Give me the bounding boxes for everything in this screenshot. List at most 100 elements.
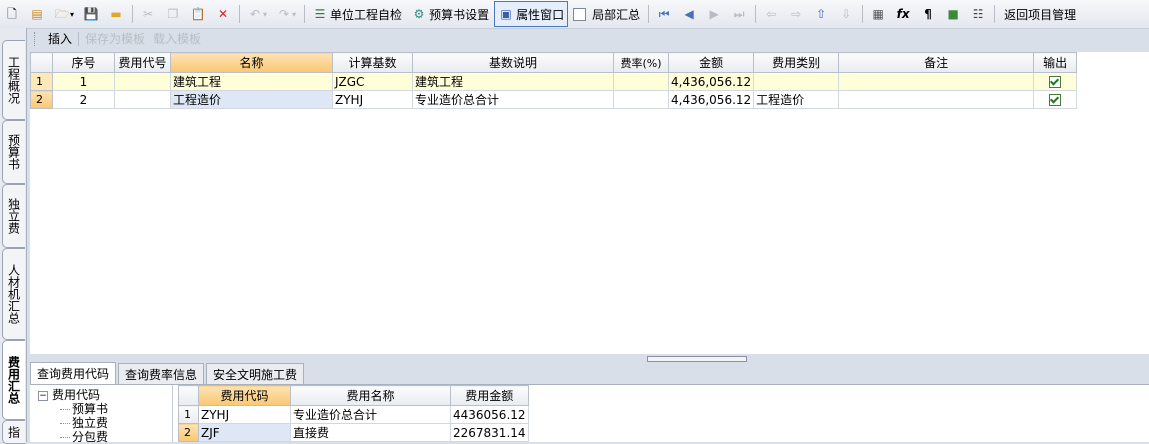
cell-base[interactable]: ZYHJ: [332, 90, 413, 109]
tab-labor-material-summary[interactable]: 人材机汇总: [2, 248, 25, 340]
copy-button[interactable]: ❐: [161, 1, 185, 27]
col-header-name[interactable]: 名称: [170, 52, 333, 73]
paste-button[interactable]: 📋: [186, 1, 210, 27]
cell-fee-code[interactable]: ZJF: [198, 423, 291, 442]
last-record-button[interactable]: ⏭: [727, 1, 751, 27]
move-left-button[interactable]: ⇦: [759, 1, 783, 27]
prev-record-button[interactable]: ◀: [677, 1, 701, 27]
col-header-base-desc[interactable]: 基数说明: [412, 52, 614, 73]
collapse-icon[interactable]: −: [38, 390, 48, 401]
cell-remark[interactable]: [838, 72, 1035, 91]
budget-settings-label: 预算书设置: [429, 7, 490, 22]
paragraph-button[interactable]: ¶: [916, 1, 940, 27]
first-record-button[interactable]: ⏮: [652, 1, 676, 27]
tree-node-root[interactable]: − 费用代码: [38, 388, 100, 402]
cell-remark[interactable]: [838, 90, 1035, 109]
output-checkbox[interactable]: [1049, 94, 1062, 106]
col-header-fee-amount[interactable]: 费用金额: [450, 385, 529, 406]
table-row[interactable]: 2 2 工程造价 ZYHJ 专业造价总合计 4,436,056.12 工程造价: [30, 90, 1078, 109]
return-project-button[interactable]: 返回项目管理: [998, 1, 1080, 27]
tab-safety-civilization-fee[interactable]: 安全文明施工费: [206, 363, 305, 384]
unit-check-button[interactable]: ☰ 单位工程自检: [308, 1, 406, 27]
tab-budget-book[interactable]: 预算书: [2, 120, 25, 184]
tab-index[interactable]: 指: [2, 420, 25, 444]
move-down-button[interactable]: ⇩: [834, 1, 858, 27]
cell-output[interactable]: [1033, 90, 1078, 109]
tab-independent-fee[interactable]: 独立费: [2, 184, 25, 248]
tree-root-label: 费用代码: [52, 388, 101, 402]
output-checkbox[interactable]: [1049, 76, 1062, 88]
calculator-button[interactable]: ▦: [866, 1, 890, 27]
toolbar-grip[interactable]: [34, 31, 38, 46]
cell-seq[interactable]: 1: [52, 72, 115, 91]
save-button[interactable]: 💾: [79, 1, 103, 27]
cell-fee-code[interactable]: ZYHJ: [198, 405, 291, 424]
cell-fee-amount[interactable]: 4436056.12: [450, 405, 529, 424]
cell-output[interactable]: [1033, 72, 1078, 91]
property-window-button[interactable]: ▣ 属性窗口: [494, 1, 569, 27]
new-folder-button[interactable]: ▤: [25, 1, 49, 27]
col-header-code[interactable]: 费用代号: [114, 52, 171, 73]
folder-button[interactable]: ▬: [104, 1, 128, 27]
cell-amount[interactable]: 4,436,056.12: [667, 90, 755, 109]
col-header-category[interactable]: 费用类别: [753, 52, 840, 73]
delete-button[interactable]: ✕: [211, 1, 235, 27]
cell-base[interactable]: JZGC: [332, 72, 413, 91]
move-right-button[interactable]: ⇨: [784, 1, 808, 27]
row-number[interactable]: 2: [30, 90, 53, 109]
redo-button[interactable]: ↷ ▾: [272, 1, 300, 27]
save-template-button[interactable]: 保存为模板: [81, 30, 149, 47]
formula-button[interactable]: fx: [891, 1, 915, 27]
cell-seq[interactable]: 2: [52, 90, 115, 109]
undo-button[interactable]: ↶ ▾: [243, 1, 271, 27]
col-header-fee-code[interactable]: 费用代码: [198, 385, 291, 406]
tab-project-overview[interactable]: 工程概况: [2, 40, 25, 120]
cell-name[interactable]: 工程造价: [170, 90, 333, 109]
cut-button[interactable]: ✂: [136, 1, 160, 27]
table-row[interactable]: 1 1 建筑工程 JZGC 建筑工程 4,436,056.12: [30, 72, 1078, 91]
tree-node-budget-book[interactable]: 预算书: [60, 402, 108, 416]
cell-rate[interactable]: [613, 72, 669, 91]
row-number[interactable]: 2: [178, 423, 199, 442]
cell-fee-name[interactable]: 直接费: [290, 423, 451, 442]
col-header-output[interactable]: 输出: [1033, 52, 1078, 73]
cell-category[interactable]: [753, 72, 840, 91]
col-header-amount[interactable]: 金额: [667, 52, 755, 73]
cell-base-desc[interactable]: 专业造价总合计: [412, 90, 614, 109]
cell-code[interactable]: [114, 90, 171, 109]
tab-fee-summary[interactable]: 费用汇总: [2, 340, 25, 420]
insert-button[interactable]: 插入: [44, 30, 76, 47]
row-number[interactable]: 1: [30, 72, 53, 91]
cell-fee-name[interactable]: 专业造价总合计: [290, 405, 451, 424]
panel-splitter[interactable]: [30, 354, 1149, 362]
col-header-remark[interactable]: 备注: [838, 52, 1035, 73]
prev-icon: ◀: [684, 7, 694, 21]
tab-query-rate-info[interactable]: 查询费率信息: [118, 363, 205, 384]
budget-settings-button[interactable]: ⚙ 预算书设置: [407, 1, 493, 27]
col-header-seq[interactable]: 序号: [52, 52, 115, 73]
tree-node-independent-fee[interactable]: 独立费: [60, 416, 108, 430]
cell-name[interactable]: 建筑工程: [170, 72, 333, 91]
col-header-base[interactable]: 计算基数: [332, 52, 413, 73]
table-row[interactable]: 2 ZJF 直接费 2267831.14: [178, 423, 529, 442]
tab-query-fee-code[interactable]: 查询费用代码: [30, 362, 117, 384]
table-row[interactable]: 1 ZYHJ 专业造价总合计 4436056.12: [178, 405, 529, 424]
cell-base-desc[interactable]: 建筑工程: [412, 72, 614, 91]
cell-fee-amount[interactable]: 2267831.14: [450, 423, 529, 442]
list-button[interactable]: ☷: [966, 1, 990, 27]
move-up-button[interactable]: ⇧: [809, 1, 833, 27]
partial-summary-checkbox[interactable]: [573, 7, 587, 21]
load-template-button[interactable]: 载入模板: [149, 30, 205, 47]
open-button[interactable]: 🗁 ▾: [50, 1, 78, 27]
new-file-button[interactable]: 🗋: [0, 1, 24, 27]
cell-amount[interactable]: 4,436,056.12: [667, 72, 755, 91]
col-header-fee-name[interactable]: 费用名称: [290, 385, 451, 406]
cell-rate[interactable]: [613, 90, 669, 109]
cell-category[interactable]: 工程造价: [753, 90, 840, 109]
row-number[interactable]: 1: [178, 405, 199, 424]
next-record-button[interactable]: ▶: [702, 1, 726, 27]
col-header-rate[interactable]: 费率(%): [613, 52, 669, 73]
cube-button[interactable]: ■: [941, 1, 965, 27]
cell-code[interactable]: [114, 72, 171, 91]
partial-summary-toggle[interactable]: 局部汇总: [569, 1, 644, 27]
